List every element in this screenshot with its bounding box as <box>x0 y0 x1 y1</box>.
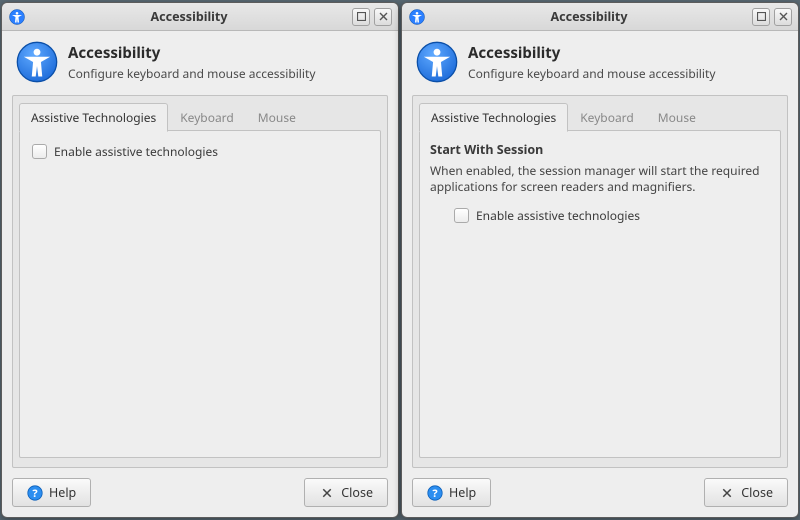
checkbox-row: Enable assistive technologies <box>452 205 770 226</box>
maximize-button[interactable] <box>352 8 370 26</box>
tab-row: Assistive Technologies Keyboard Mouse <box>13 96 387 131</box>
tab-keyboard[interactable]: Keyboard <box>568 103 646 132</box>
close-button[interactable]: Close <box>304 478 388 507</box>
close-icon <box>719 485 735 501</box>
button-row: ? Help Close <box>2 478 398 517</box>
button-row: ? Help Close <box>402 478 798 517</box>
content-frame: Assistive Technologies Keyboard Mouse En… <box>12 95 388 468</box>
help-button-label: Help <box>449 484 476 501</box>
help-button[interactable]: ? Help <box>412 478 491 507</box>
tab-mouse[interactable]: Mouse <box>646 103 708 132</box>
section-desc: When enabled, the session manager will s… <box>430 163 770 195</box>
close-button[interactable] <box>774 8 792 26</box>
window-title: Accessibility <box>26 8 352 25</box>
help-button-label: Help <box>49 484 76 501</box>
close-button-label: Close <box>341 484 373 501</box>
tab-row: Assistive Technologies Keyboard Mouse <box>413 96 787 131</box>
tab-keyboard[interactable]: Keyboard <box>168 103 246 132</box>
svg-text:?: ? <box>32 486 38 501</box>
close-button[interactable]: Close <box>704 478 788 507</box>
page-title: Accessibility <box>468 43 715 63</box>
titlebar[interactable]: Accessibility <box>2 3 398 31</box>
window-left: Accessibility <box>1 2 399 518</box>
tab-body: Enable assistive technologies <box>19 130 381 458</box>
accessibility-icon <box>408 8 426 26</box>
checkbox-label: Enable assistive technologies <box>54 143 218 160</box>
page-title: Accessibility <box>68 43 315 63</box>
page-subtitle: Configure keyboard and mouse accessibili… <box>468 65 715 82</box>
titlebar[interactable]: Accessibility <box>402 3 798 31</box>
window-right: Accessibility <box>401 2 799 518</box>
help-icon: ? <box>27 485 43 501</box>
section-title: Start With Session <box>430 141 770 158</box>
tab-assistive[interactable]: Assistive Technologies <box>19 103 168 132</box>
checkbox-label: Enable assistive technologies <box>476 207 640 224</box>
close-button[interactable] <box>374 8 392 26</box>
enable-assistive-checkbox[interactable] <box>454 208 469 223</box>
close-icon <box>319 485 335 501</box>
window-title: Accessibility <box>426 8 752 25</box>
page-subtitle: Configure keyboard and mouse accessibili… <box>68 65 315 82</box>
accessibility-icon <box>416 41 458 83</box>
titlebar-buttons <box>352 8 392 26</box>
tab-assistive[interactable]: Assistive Technologies <box>419 103 568 132</box>
header-area: Accessibility Configure keyboard and mou… <box>2 31 398 95</box>
help-icon: ? <box>427 485 443 501</box>
enable-assistive-checkbox[interactable] <box>32 144 47 159</box>
close-button-label: Close <box>741 484 773 501</box>
help-button[interactable]: ? Help <box>12 478 91 507</box>
svg-text:?: ? <box>432 486 438 501</box>
accessibility-icon <box>16 41 58 83</box>
accessibility-icon <box>8 8 26 26</box>
header-area: Accessibility Configure keyboard and mou… <box>402 31 798 95</box>
tab-mouse[interactable]: Mouse <box>246 103 308 132</box>
tab-body: Start With Session When enabled, the ses… <box>419 130 781 458</box>
titlebar-buttons <box>752 8 792 26</box>
content-frame: Assistive Technologies Keyboard Mouse St… <box>412 95 788 468</box>
checkbox-row: Enable assistive technologies <box>30 141 370 162</box>
maximize-button[interactable] <box>752 8 770 26</box>
